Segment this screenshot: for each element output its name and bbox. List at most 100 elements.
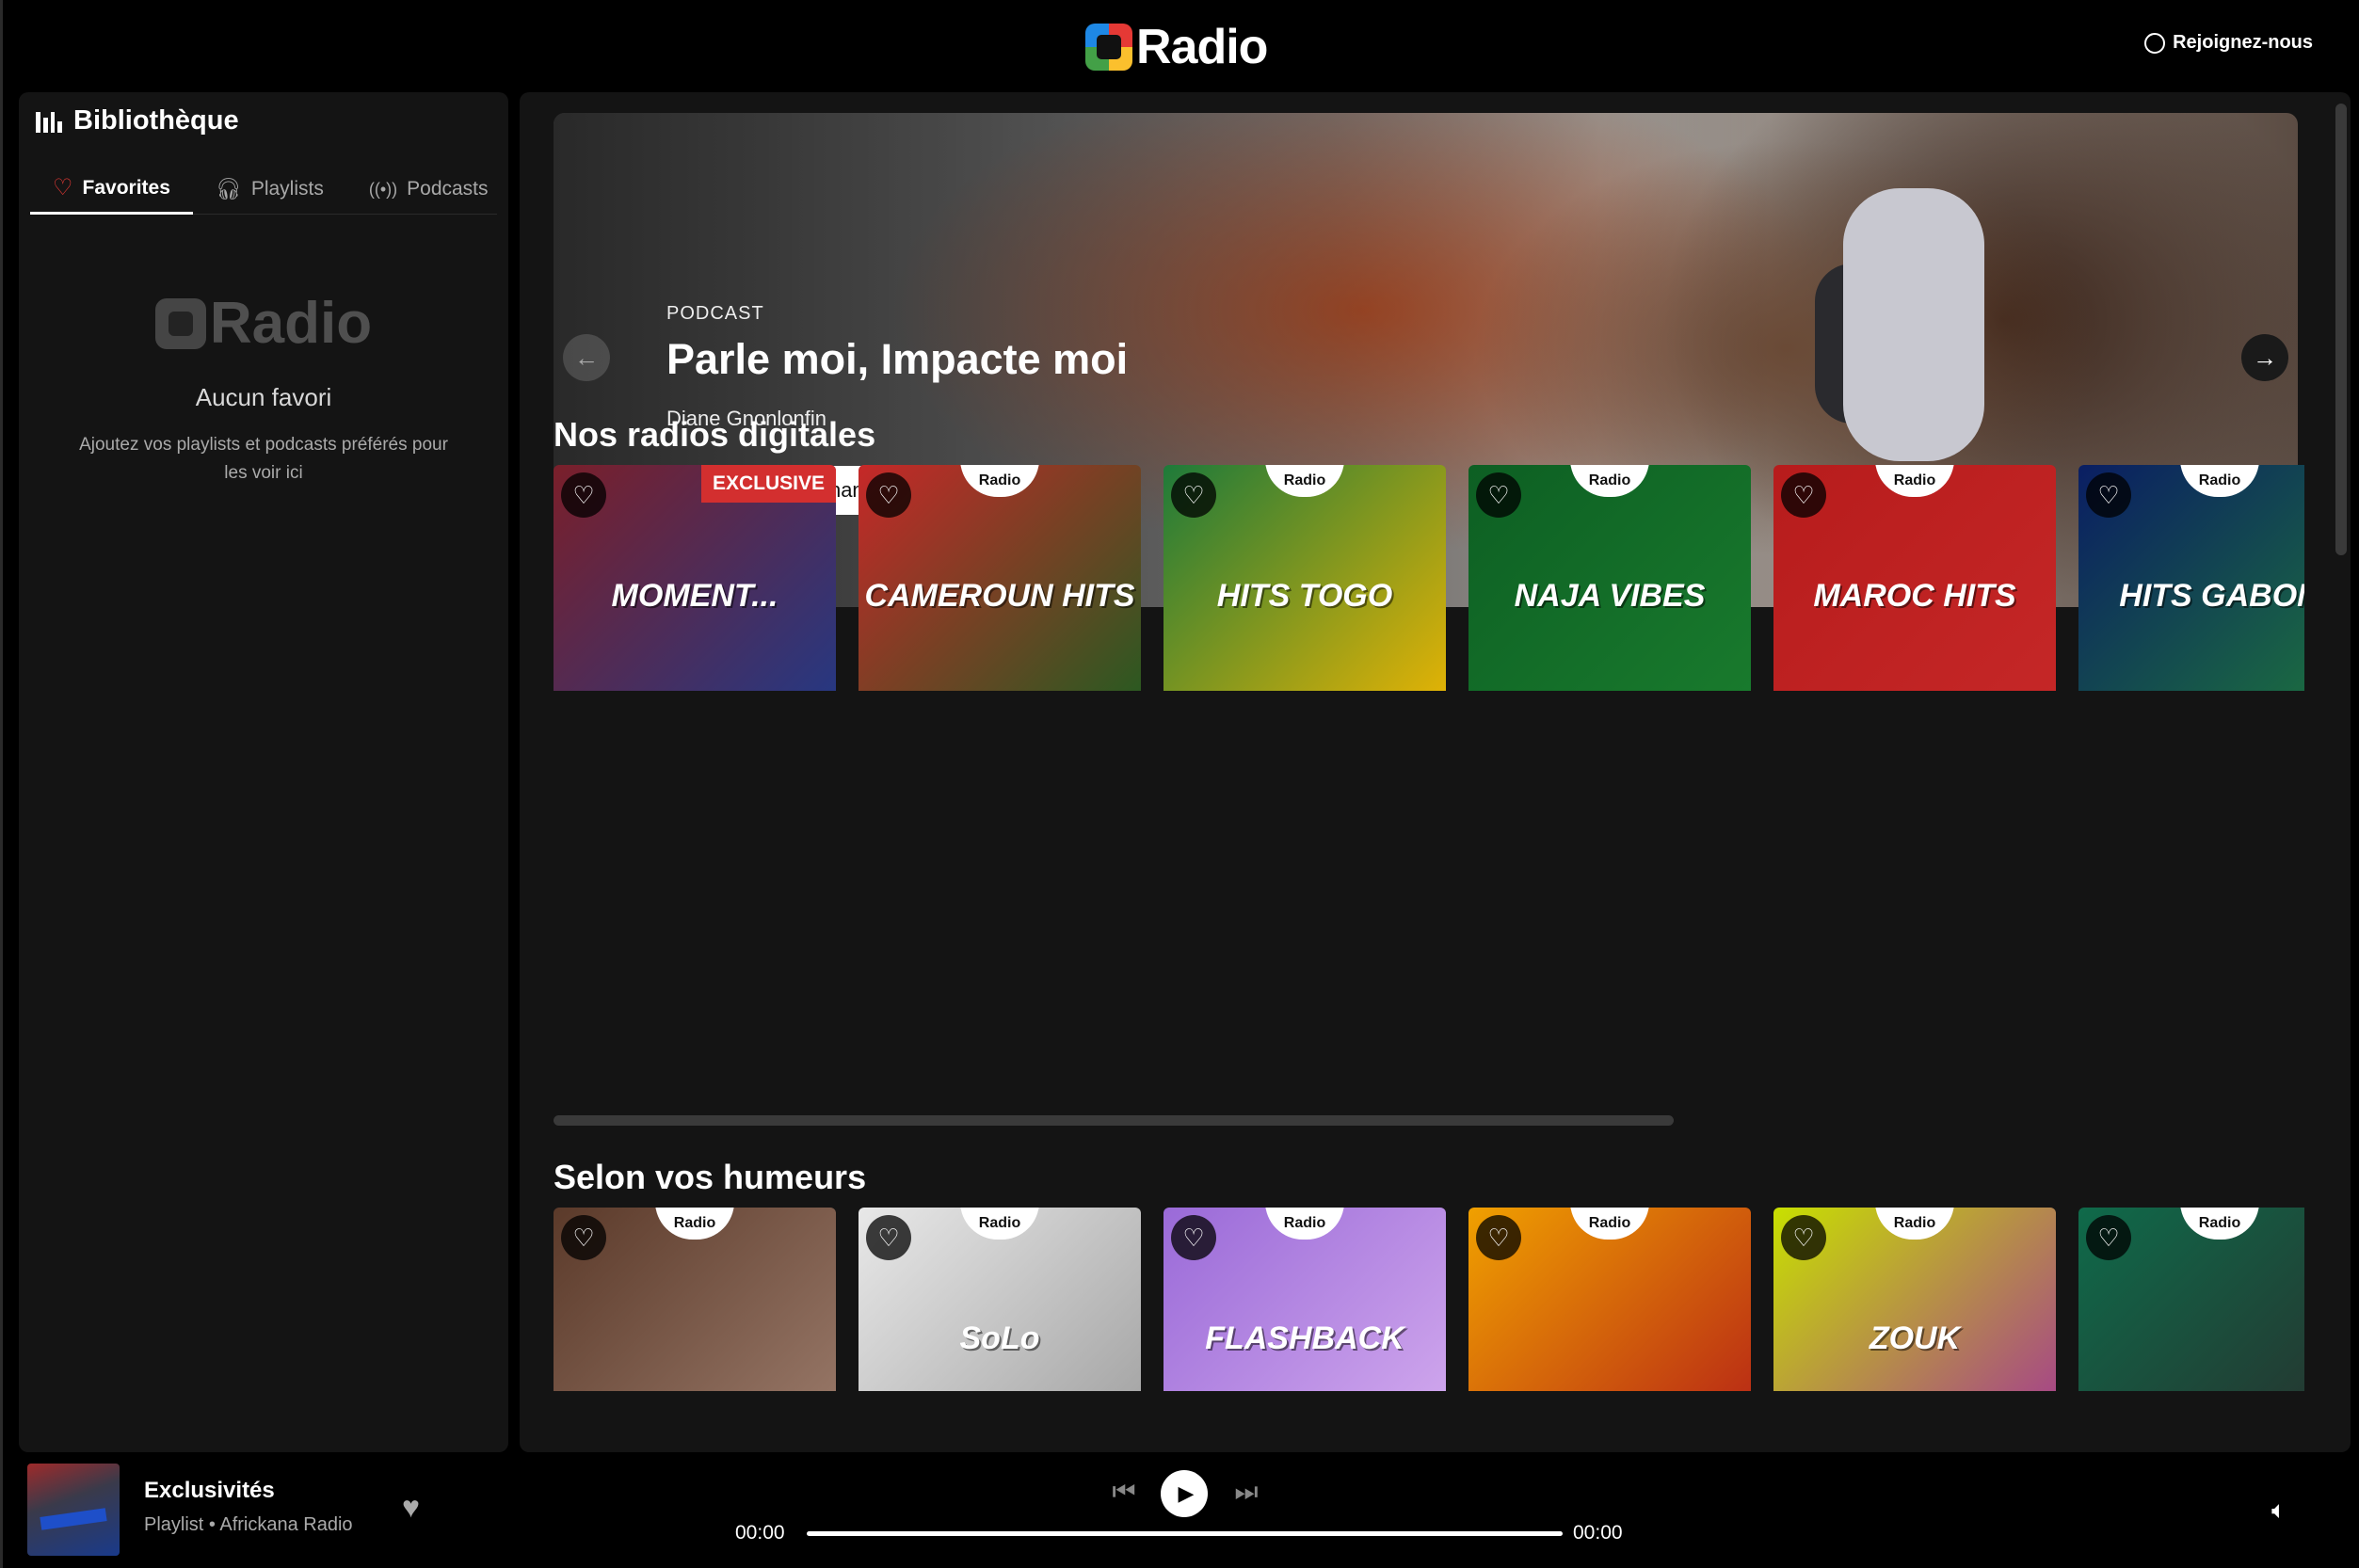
next-button[interactable]: ⏭ [1232, 1473, 1260, 1511]
current-time: 00:00 [735, 1522, 785, 1544]
arrow-left-icon: ← [574, 343, 599, 372]
radio-card[interactable]: FLASHBACK Radio ♡ [1163, 1208, 1446, 1391]
card-cover[interactable]: MOMENT... EXCLUSIVE ♡ [554, 465, 836, 691]
radio-card[interactable]: Radio ♡ [554, 1208, 836, 1391]
progress-bar[interactable] [807, 1531, 1563, 1536]
moods-row: Radio ♡ SoLo Radio ♡ FLASHBACK Radio ♡ Radio ♡ ZOU… [554, 1208, 2304, 1391]
broadcast-icon: ((•)) [368, 179, 398, 199]
vertical-scrollbar[interactable] [2335, 104, 2347, 555]
cover-art [40, 1508, 107, 1530]
cover-text: NAJA VIBES [1514, 578, 1706, 614]
heart-icon[interactable]: ♡ [1476, 472, 1521, 518]
card-cover[interactable]: Radio ♡ [1468, 1208, 1751, 1391]
favorite-heart-icon[interactable]: ♥ [402, 1490, 420, 1525]
card-cover[interactable]: Radio ♡ [554, 1208, 836, 1391]
section-title-digital: Nos radios digitales [554, 415, 876, 454]
skip-forward-icon: ⏭ [1234, 1476, 1259, 1506]
card-cover[interactable]: Radio ♡ [2078, 1208, 2304, 1391]
radio-card[interactable]: NAJA VIBESRadio♡Naja [1468, 465, 1751, 691]
main-content: ← → PODCAST Parle moi, Impacte moi Diane… [520, 92, 2351, 1452]
skip-back-icon: ⏮ [1112, 1476, 1136, 1506]
tab-podcasts[interactable]: ((•)) Podcasts [346, 164, 511, 215]
cover-text: ZOUK [1869, 1320, 1961, 1356]
play-icon: ▶ [1178, 1481, 1195, 1505]
heart-icon[interactable]: ♡ [1171, 1215, 1216, 1260]
radio-card[interactable]: Radio ♡ [1468, 1208, 1751, 1391]
card-cover[interactable]: HITS TOGO Radio ♡ [1163, 465, 1446, 691]
section-title-moods: Selon vos humeurs [554, 1158, 867, 1196]
cover-text: CAMEROUN HITS [864, 578, 1135, 614]
library-sidebar: Bibliothèque ♡ Favorites 🎧︎ Playlists ((… [19, 92, 508, 1452]
heart-icon[interactable]: ♡ [1781, 1215, 1826, 1260]
arrow-right-icon: → [2253, 343, 2277, 372]
empty-logo-text: Radio [209, 291, 373, 356]
heart-icon[interactable]: ♡ [2086, 472, 2131, 518]
radio-card[interactable]: HITS TOGORadio♡Togo [1163, 465, 1446, 691]
radio-logo-icon [154, 297, 206, 349]
play-button[interactable]: ▶ [1161, 1470, 1208, 1517]
total-time: 00:00 [1573, 1522, 1623, 1544]
top-bar: Radio Rejoignez-nous [3, 0, 2359, 90]
card-cover[interactable]: CAMEROUN HITS Radio ♡ [859, 465, 1141, 691]
app-window: Radio Rejoignez-nous Bibliothèque ♡ Favo… [0, 0, 2359, 1568]
tab-playlists[interactable]: 🎧︎ Playlists [193, 164, 346, 215]
app-logo[interactable]: Radio [1085, 20, 1268, 74]
empty-favorites: Radio Aucun favori Ajoutez vos playlists… [19, 290, 508, 488]
cover-text: MOMENT... [611, 578, 778, 614]
radio-card[interactable]: MAROC HITSRadio♡Maroc [1773, 465, 2056, 691]
card-cover[interactable]: ZOUK Radio ♡ [1773, 1208, 2056, 1391]
tab-label: Favorites [82, 176, 170, 199]
radio-card[interactable]: SoLo Radio ♡ [859, 1208, 1141, 1391]
now-playing-cover[interactable] [27, 1464, 120, 1556]
radio-card[interactable]: ZOUK Radio ♡ [1773, 1208, 2056, 1391]
heart-icon: ♡ [53, 175, 73, 200]
volume-icon[interactable]: 🔈︎ [2271, 1496, 2287, 1526]
previous-button[interactable]: ⏮ [1110, 1473, 1138, 1511]
library-tabs: ♡ Favorites 🎧︎ Playlists ((•)) Podcasts [30, 164, 497, 215]
hero-next-button[interactable]: → [2241, 334, 2288, 381]
join-us-label: Rejoignez-nous [2173, 32, 2313, 53]
heart-icon[interactable]: ♡ [561, 472, 606, 518]
cover-text: SoLo [959, 1320, 1040, 1356]
now-playing-subtitle: Playlist • Africkana Radio [144, 1514, 353, 1535]
library-header: Bibliothèque [36, 105, 239, 136]
empty-description: Ajoutez vos playlists et podcasts préfér… [79, 435, 448, 483]
heart-icon[interactable]: ♡ [1781, 472, 1826, 518]
now-playing-title: Exclusivités [144, 1478, 275, 1503]
join-us-link[interactable]: Rejoignez-nous [2144, 32, 2313, 54]
heart-icon[interactable]: ♡ [561, 1215, 606, 1260]
empty-title: Aucun favori [195, 383, 332, 411]
hero-kicker: PODCAST [666, 303, 764, 324]
digital-radios-row: MOMENT...EXCLUSIVE♡ExclusivitésCAMEROUN … [554, 465, 2304, 691]
logo-text: Radio [1136, 20, 1268, 74]
radio-card[interactable]: MOMENT...EXCLUSIVE♡Exclusivités [554, 465, 836, 691]
empty-logo: Radio [154, 290, 373, 357]
heart-icon[interactable]: ♡ [866, 1215, 911, 1260]
radio-card[interactable]: CAMEROUN HITSRadio♡Cameroun [859, 465, 1141, 691]
heart-icon[interactable]: ♡ [2086, 1215, 2131, 1260]
tab-favorites[interactable]: ♡ Favorites [30, 164, 193, 215]
library-title: Bibliothèque [73, 105, 239, 136]
tab-label: Podcasts [407, 178, 489, 200]
headphones-icon: 🎧︎ [215, 177, 242, 200]
cover-text: HITS GABON [2119, 578, 2304, 614]
cover-text: HITS TOGO [1216, 578, 1393, 614]
card-cover[interactable]: NAJA VIBES Radio ♡ [1468, 465, 1751, 691]
cover-text: FLASHBACK [1205, 1320, 1404, 1356]
hero-title: Parle moi, Impacte moi [666, 335, 1129, 383]
radio-card[interactable]: Radio ♡ [2078, 1208, 2304, 1391]
horizontal-scrollbar[interactable] [554, 1115, 1674, 1126]
radio-card[interactable]: HITS GABONRadio♡Gabon [2078, 465, 2304, 691]
radio-logo-icon [1085, 24, 1132, 71]
heart-icon[interactable]: ♡ [866, 472, 911, 518]
heart-icon[interactable]: ♡ [1476, 1215, 1521, 1260]
tab-label: Playlists [250, 178, 324, 200]
heart-icon[interactable]: ♡ [1171, 472, 1216, 518]
exclusive-badge: EXCLUSIVE [700, 465, 836, 503]
card-cover[interactable]: SoLo Radio ♡ [859, 1208, 1141, 1391]
player-bar: Exclusivités Playlist • Africkana Radio … [3, 1452, 2359, 1568]
hero-prev-button[interactable]: ← [563, 334, 610, 381]
card-cover[interactable]: MAROC HITS Radio ♡ [1773, 465, 2056, 691]
card-cover[interactable]: HITS GABON Radio ♡ [2078, 465, 2304, 691]
card-cover[interactable]: FLASHBACK Radio ♡ [1163, 1208, 1446, 1391]
